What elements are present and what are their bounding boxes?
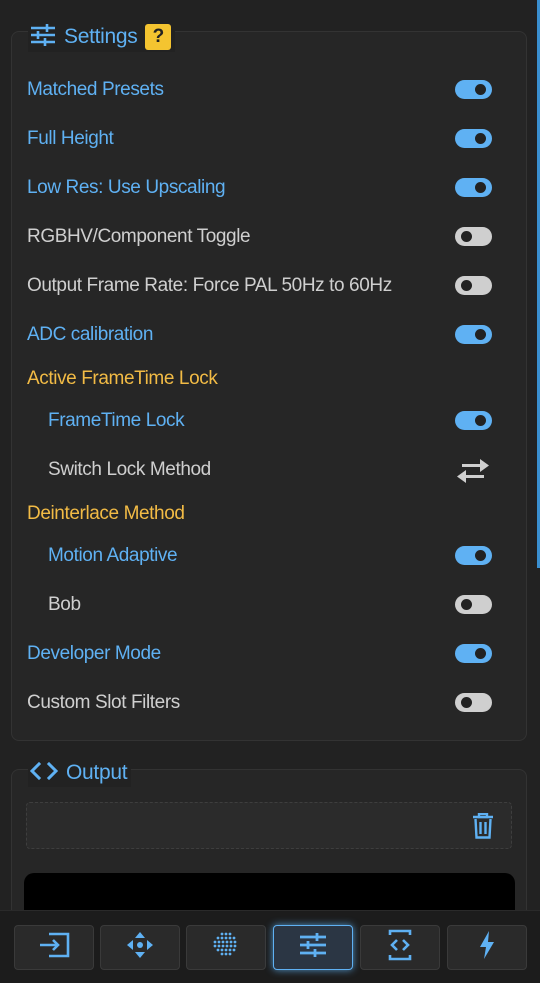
setting-developer-mode: Developer Mode <box>0 634 540 674</box>
setting-label: FrameTime Lock <box>48 410 185 431</box>
sliders-icon <box>30 23 56 51</box>
settings-title: Settings <box>64 25 138 48</box>
input-icon <box>38 932 70 963</box>
section-deinterlace: Deinterlace Method <box>0 494 540 534</box>
nav-power-button[interactable] <box>447 925 527 970</box>
bottom-nav <box>0 910 540 983</box>
setting-full-height: Full Height <box>0 119 540 159</box>
setting-label: Output Frame Rate: Force PAL 50Hz to 60H… <box>27 275 392 296</box>
setting-matched-presets: Matched Presets <box>0 70 540 110</box>
nav-developer-button[interactable] <box>360 925 440 970</box>
setting-label: Developer Mode <box>27 643 161 664</box>
setting-switch-lock-method: Switch Lock Method <box>0 450 540 490</box>
toggle-switch[interactable] <box>455 129 492 148</box>
help-button[interactable]: ? <box>145 24 172 50</box>
trash-icon[interactable] <box>472 812 494 839</box>
setting-bob: Bob <box>0 585 540 625</box>
setting-label: RGBHV/Component Toggle <box>27 226 251 247</box>
move-arrows-icon <box>126 931 154 964</box>
setting-rgbhv-component: RGBHV/Component Toggle <box>0 217 540 257</box>
settings-header: Settings ? <box>28 22 176 52</box>
toggle-switch[interactable] <box>455 80 492 99</box>
toggle-switch[interactable] <box>455 546 492 565</box>
setting-label: Custom Slot Filters <box>27 692 180 713</box>
output-header: Output <box>28 759 132 787</box>
section-title: Active FrameTime Lock <box>27 368 218 389</box>
setting-output-frame-rate: Output Frame Rate: Force PAL 50Hz to 60H… <box>0 266 540 306</box>
setting-label: Low Res: Use Upscaling <box>27 177 226 198</box>
toggle-switch[interactable] <box>455 178 492 197</box>
toggle-switch[interactable] <box>455 325 492 344</box>
code-brackets-icon <box>29 761 66 785</box>
swap-arrows-icon[interactable] <box>456 458 490 484</box>
setting-frametime-lock: FrameTime Lock <box>0 401 540 441</box>
nav-input-button[interactable] <box>14 925 94 970</box>
setting-label: Matched Presets <box>27 79 164 100</box>
nav-move-button[interactable] <box>100 925 180 970</box>
setting-label: Motion Adaptive <box>48 545 178 566</box>
toggle-switch[interactable] <box>455 411 492 430</box>
section-title: Deinterlace Method <box>27 503 185 524</box>
toggle-switch[interactable] <box>455 276 492 295</box>
toggle-switch[interactable] <box>455 644 492 663</box>
sliders-icon <box>299 933 327 962</box>
dot-grid-icon <box>212 931 240 964</box>
setting-custom-slot-filters: Custom Slot Filters <box>0 683 540 723</box>
section-frametime-lock: Active FrameTime Lock <box>0 359 540 399</box>
setting-motion-adaptive: Motion Adaptive <box>0 536 540 576</box>
toggle-switch[interactable] <box>455 693 492 712</box>
setting-label: Full Height <box>27 128 114 149</box>
setting-label: Bob <box>48 594 81 615</box>
lightning-icon <box>478 931 496 964</box>
setting-label: Switch Lock Method <box>48 459 211 480</box>
nav-settings-button[interactable] <box>273 925 353 970</box>
toggle-switch[interactable] <box>455 227 492 246</box>
setting-adc-calibration: ADC calibration <box>0 315 540 355</box>
toggle-switch[interactable] <box>455 595 492 614</box>
output-title: Output <box>66 761 128 784</box>
nav-grid-button[interactable] <box>186 925 266 970</box>
setting-low-res-upscaling: Low Res: Use Upscaling <box>0 168 540 208</box>
output-field[interactable] <box>26 802 512 849</box>
setting-label: ADC calibration <box>27 324 153 345</box>
code-device-icon <box>388 929 412 966</box>
